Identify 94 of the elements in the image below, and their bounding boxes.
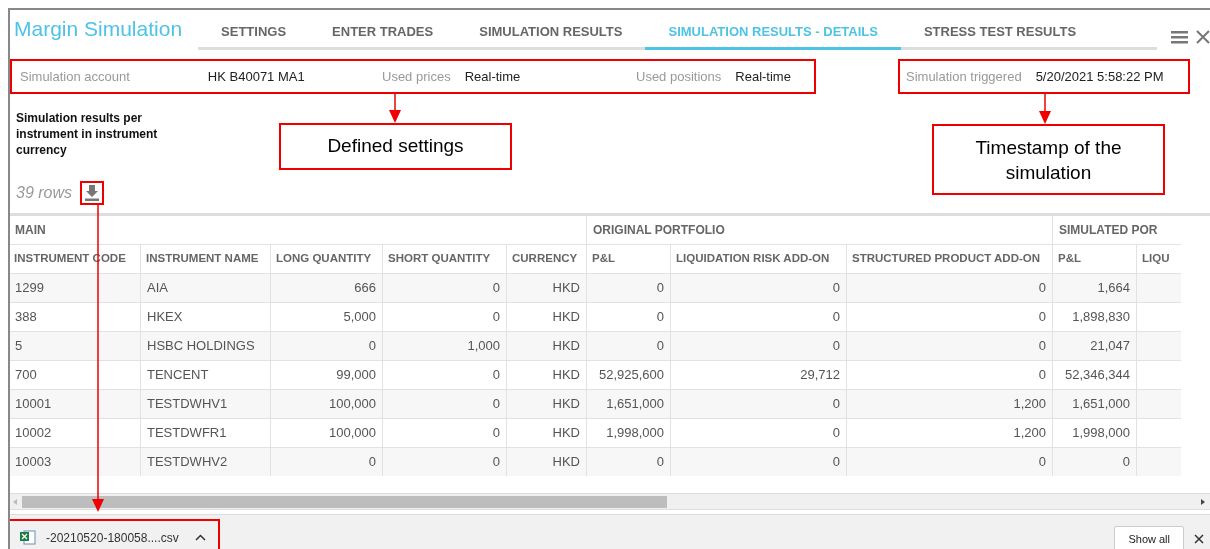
table-cell: 0: [492, 308, 500, 324]
table-cell: 0: [492, 366, 500, 382]
table-cell: 1299: [15, 279, 44, 295]
table-cell: 1,998,000: [1072, 424, 1131, 440]
table-cell: HKD: [552, 308, 580, 324]
table-cell: 0: [832, 279, 840, 295]
table-cell: 10002: [15, 424, 52, 440]
table-cell: HKD: [552, 279, 580, 295]
table-cell: 0: [368, 337, 376, 353]
table-cell: 666: [354, 279, 376, 295]
tab[interactable]: ENTER TRADES: [309, 21, 457, 50]
table-cell: 0: [1038, 308, 1047, 324]
setting-value: 5/20/2021 5:58:22 PM: [1035, 67, 1164, 86]
table-cell: 1,000: [467, 337, 500, 353]
table-cell: HKD: [552, 424, 580, 440]
table-cell: HKD: [552, 454, 580, 469]
table-cell: 388: [15, 308, 37, 324]
table-cell: 1,200: [1013, 395, 1047, 411]
group-header: MAIN: [8, 216, 587, 244]
setting-label: Simulation account: [20, 67, 130, 86]
close-icon[interactable]: [1194, 534, 1204, 544]
download-button[interactable]: [80, 181, 105, 205]
table-cell: 0: [656, 308, 664, 324]
table-cell: 0: [832, 454, 840, 469]
setting-label: Used positions: [636, 67, 722, 86]
table-cell: HKEX: [147, 308, 183, 324]
table-cell: 0: [492, 454, 500, 469]
setting-label: Simulation triggered: [906, 67, 1022, 86]
table-cell: 700: [15, 366, 37, 382]
table-cell: 52,925,600: [598, 366, 664, 382]
table-cell: 0: [1038, 279, 1047, 295]
table-cell: 1,651,000: [606, 395, 664, 411]
table-cell: 0: [656, 454, 664, 469]
table-cell: 0: [656, 279, 664, 295]
table-cell: TESTDWFR1: [147, 424, 227, 440]
table-cell: TESTDWHV2: [147, 454, 228, 469]
show-all-button[interactable]: Show all: [1114, 526, 1184, 549]
table-cell: 52,346,344: [1064, 366, 1131, 382]
table-cell: AIA: [147, 279, 168, 295]
table-cell: 0: [1038, 454, 1047, 469]
tab[interactable]: SETTINGS: [198, 21, 310, 50]
scroll-thumb[interactable]: [22, 495, 667, 508]
table-cell: HKD: [552, 395, 580, 411]
table-cell: HKD: [552, 337, 580, 353]
group-header: SIMULATED POR: [1052, 216, 1181, 244]
table-cell: 10003: [15, 454, 52, 469]
table-cell: 0: [368, 454, 376, 469]
callout-text: Timestamp of the simulation: [974, 135, 1123, 185]
download-icon: [85, 185, 100, 201]
table-cell: HKD: [552, 366, 580, 382]
table-cell: 0: [832, 308, 840, 324]
file-name: -20210520-180058....csv: [46, 529, 179, 547]
spreadsheet-file-icon: [20, 530, 36, 545]
table-cell: TESTDWHV1: [147, 395, 228, 411]
tab[interactable]: SIMULATION RESULTS: [456, 21, 646, 50]
table-cell: 1,200: [1013, 424, 1047, 440]
table-cell: 1,898,830: [1072, 308, 1131, 324]
table-cell: 0: [832, 337, 840, 353]
group-header: ORIGINAL PORTFOLIO: [586, 216, 1053, 244]
table-cell: 0: [1038, 337, 1047, 353]
section-title: Simulation results per instrument in instrument currency: [16, 110, 159, 158]
setting-value: HK B40071 MA1: [207, 67, 305, 86]
table-cell: 0: [832, 424, 840, 440]
table-cell: HSBC HOLDINGS: [147, 337, 255, 353]
table-cell: 5,000: [343, 308, 376, 324]
table-cell: 0: [492, 424, 500, 440]
setting-label: Used prices: [382, 67, 451, 86]
caret-icon[interactable]: [194, 534, 206, 541]
table-cell: 0: [656, 337, 664, 353]
table-cell: 0: [1122, 454, 1131, 469]
download-item[interactable]: -20210520-180058....csv: [8, 519, 220, 549]
table-cell: 99,000: [336, 366, 376, 382]
setting-value: Real-time: [464, 67, 521, 86]
table-cell: 100,000: [329, 424, 376, 440]
setting-value: Real-time: [735, 67, 791, 86]
menu-icon[interactable]: [1171, 30, 1188, 44]
table-cell: 100,000: [329, 395, 376, 411]
table-cell: 0: [832, 395, 840, 411]
table-cell: 5: [15, 337, 23, 353]
table-cell: 29,712: [800, 366, 840, 382]
table-cell: 1,998,000: [606, 424, 664, 440]
table-cell: 0: [1038, 366, 1047, 382]
table-cell: 21,047: [1090, 337, 1131, 353]
table-cell: 0: [492, 395, 500, 411]
tab[interactable]: STRESS TEST RESULTS: [900, 21, 1100, 50]
window-title: Margin Simulation: [13, 15, 184, 42]
horizontal-scrollbar[interactable]: [8, 493, 1210, 510]
table-cell: 0: [492, 279, 500, 295]
table-cell: TENCENT: [147, 366, 209, 382]
table-cell: 1,664: [1097, 279, 1131, 295]
callout-text: Defined settings: [327, 134, 464, 159]
table-cell: 1,651,000: [1072, 395, 1131, 411]
table-cell: 10001: [15, 395, 52, 411]
row-count: 39 rows: [16, 183, 73, 203]
